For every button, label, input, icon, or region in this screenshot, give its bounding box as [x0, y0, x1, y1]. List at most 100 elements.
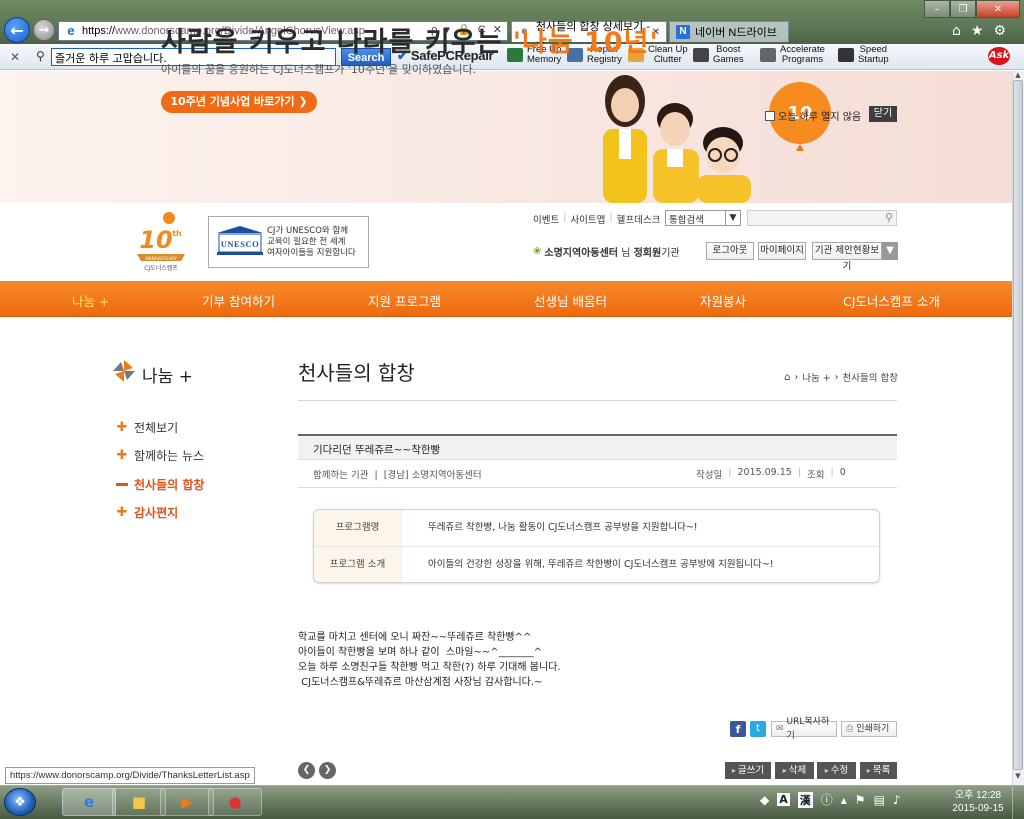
tray-expand-icon[interactable]: ▴: [841, 793, 847, 807]
program-desc-value: 아이들의 건강한 성장을 위해, 뚜레쥬르 착한빵이 CJ도너스캠프 공부방에 …: [428, 559, 774, 570]
unesco-text: CJ가 UNESCO와 함께 교육이 필요한 전 세계 여자아이들을 지원합니다: [267, 226, 367, 259]
toolbar-tool-4[interactable]: Accelerate Programs: [760, 45, 825, 65]
headline-highlight: '나눔 10년': [512, 27, 659, 58]
taskbar-clock[interactable]: 오후 12:28 2015-09-15: [948, 789, 1008, 815]
close-window-button[interactable]: ✕: [976, 0, 1020, 18]
facebook-share-icon[interactable]: f: [730, 721, 746, 737]
chevron-right-icon: ❯: [323, 765, 332, 775]
ime-mode-hanja[interactable]: 漢: [797, 791, 813, 808]
tab-naver-ndrive[interactable]: N 네이버 N드라이브: [669, 21, 789, 42]
no-show-today-checkbox[interactable]: 오늘 하루 열지 않음: [765, 108, 861, 123]
separator: |: [563, 212, 567, 223]
show-desktop-button[interactable]: [1012, 786, 1024, 819]
flag-icon[interactable]: ⚑: [855, 793, 866, 807]
member-info: ❀ 소명지역아동센터 님 정회원 기관: [533, 244, 680, 259]
tool-icon: [760, 48, 776, 62]
search-icon: ⚲: [36, 49, 45, 63]
nav-nanum-plus[interactable]: 나눔 +: [72, 291, 109, 310]
logo-anniversary: ANNIVERSARY: [145, 256, 177, 262]
ie-icon: e: [83, 793, 95, 811]
side-item-label: 함께하는 뉴스: [134, 449, 205, 463]
program-info-box: 프로그램명 뚜레쥬르 착한빵, 나눔 활동이 CJ도너스캠프 공부방을 지원합니…: [313, 509, 880, 583]
close-toolbar-icon[interactable]: ✕: [10, 50, 20, 64]
link-event[interactable]: 이벤트: [533, 212, 559, 226]
taskbar-ie[interactable]: e: [62, 788, 116, 816]
copy-url-button[interactable]: ✉ URL복사하기: [771, 717, 837, 741]
tab-title: 네이버 N드라이브: [695, 27, 777, 39]
pinwheel-icon: [113, 360, 135, 382]
breadcrumb-item[interactable]: 나눔 +: [802, 370, 830, 384]
search-icon[interactable]: ⚲: [885, 211, 893, 224]
logout-button[interactable]: 로그아웃: [706, 242, 754, 260]
proposal-status-button[interactable]: 기관 제안현황보기: [812, 242, 882, 272]
volume-icon[interactable]: ♪: [893, 793, 901, 807]
minus-icon: [116, 483, 128, 486]
minimize-button[interactable]: –: [924, 0, 950, 18]
help-icon[interactable]: ⓘ: [821, 791, 833, 808]
chrome-icon: ●: [228, 793, 242, 811]
ime-mode-a[interactable]: A: [777, 793, 790, 806]
next-post-button[interactable]: ❯: [319, 762, 336, 779]
link-sitemap[interactable]: 사이트맵: [570, 212, 605, 226]
home-icon[interactable]: ⌂: [952, 23, 971, 39]
plus-icon: ✚: [116, 420, 128, 435]
unesco-temple-logo: UNESCO: [217, 226, 263, 255]
mypage-button[interactable]: 마이페이지: [758, 242, 806, 260]
unesco-word: UNESCO: [221, 239, 259, 249]
print-button[interactable]: ⎙ 인쇄하기: [841, 721, 897, 737]
star-icon[interactable]: ★: [971, 23, 994, 39]
checkbox-box[interactable]: [765, 110, 775, 121]
gear-icon[interactable]: ⚙: [993, 23, 1016, 39]
delete-button[interactable]: ▸ 삭제: [775, 762, 814, 779]
language-icon[interactable]: ◆: [760, 793, 769, 807]
edit-button[interactable]: ▸ 수정: [817, 762, 856, 779]
clock-date: 2015-09-15: [952, 803, 1004, 814]
home-icon[interactable]: ⌂: [784, 372, 790, 383]
side-item-angel-chorus[interactable]: 천사들의 합창: [115, 476, 204, 493]
chevron-right-icon: ▸: [866, 766, 871, 775]
tool-icon: [693, 48, 709, 62]
taskbar-explorer[interactable]: ■: [112, 788, 166, 816]
network-icon[interactable]: ▤: [874, 793, 885, 807]
chevron-down-icon[interactable]: ▼: [882, 242, 898, 260]
nav-support-program[interactable]: 지원 프로그램: [368, 291, 441, 310]
body-line: 학교를 마치고 센터에 오니 짜잔~~뚜레쥬르 착한빵^^: [298, 632, 532, 643]
post-organization: 함께하는 기관 | [경남] 소명지역아동센터: [313, 470, 482, 481]
body-line: CJ도너스캠프&뚜레쥬르 마산삼계점 사장님 감사합니다.~: [298, 677, 543, 688]
ask-logo[interactable]: Ask: [988, 47, 1010, 65]
plus-icon: ✚: [116, 448, 128, 463]
banner-close-button[interactable]: 닫기: [869, 106, 897, 122]
forward-button[interactable]: →: [33, 19, 55, 41]
toolbar-tool-3[interactable]: Boost Games: [693, 45, 744, 65]
toolbar-tool-5[interactable]: Speed Startup: [838, 45, 889, 65]
taskbar-media-player[interactable]: ▶: [160, 788, 214, 816]
scroll-down-icon[interactable]: ▼: [1012, 772, 1024, 784]
anniversary-cta-button[interactable]: 10주년 기념사업 바로가기 ❯: [161, 91, 317, 113]
tool-label-line: Startup: [858, 54, 889, 65]
twitter-share-icon[interactable]: t: [750, 721, 766, 737]
nav-donate[interactable]: 기부 참여하기: [202, 291, 275, 310]
printer-icon: ⎙: [846, 724, 854, 734]
nav-teacher-learning[interactable]: 선생님 배움터: [534, 291, 607, 310]
nav-volunteer[interactable]: 자원봉사: [700, 291, 746, 310]
site-search-input[interactable]: ⚲: [747, 210, 897, 226]
back-button[interactable]: ←: [4, 17, 30, 43]
side-item-thanks-letter[interactable]: ✚ 감사편지: [115, 504, 179, 521]
start-button[interactable]: ❖: [4, 788, 36, 816]
link-helpdesk[interactable]: 헬프데스크: [617, 212, 661, 226]
search-scope-select[interactable]: 통합검색 ▼: [665, 210, 741, 226]
page-title: 천사들의 합창: [298, 361, 415, 385]
previous-post-button[interactable]: ❮: [298, 762, 315, 779]
scroll-up-icon[interactable]: ▲: [1012, 71, 1024, 81]
side-item-news[interactable]: ✚ 함께하는 뉴스: [115, 447, 205, 464]
list-button[interactable]: ▸ 목록: [860, 762, 897, 779]
side-item-all[interactable]: ✚ 전체보기: [115, 419, 179, 436]
scrollbar-thumb[interactable]: [1013, 80, 1023, 770]
cj-donorscamp-10th-logo[interactable]: 10 th ANNIVERSARY CJ도너스캠프: [133, 210, 189, 274]
banner-subtitle: 아이들의 꿈을 응원하는 CJ도너스캠프가 '10주년'을 맞이하였습니다.: [161, 63, 477, 76]
restore-button[interactable]: ❐: [950, 0, 976, 18]
taskbar-chrome[interactable]: ●: [208, 788, 262, 816]
chevron-right-icon: ›: [834, 371, 839, 383]
nav-about[interactable]: CJ도너스캠프 소개: [843, 291, 940, 310]
write-button[interactable]: ▸ 글쓰기: [725, 762, 771, 779]
